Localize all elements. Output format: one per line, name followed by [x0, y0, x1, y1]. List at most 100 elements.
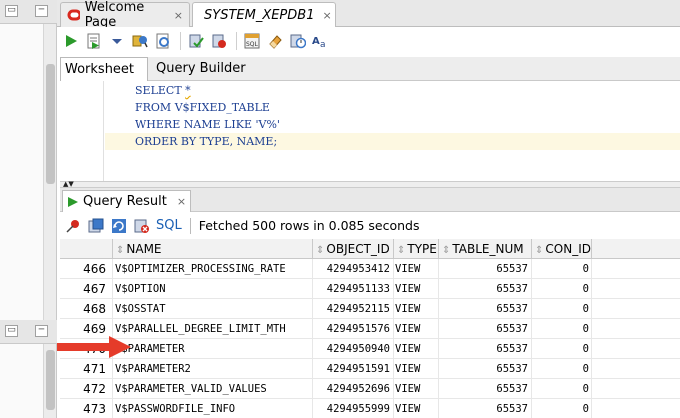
commit-button[interactable]: [187, 32, 205, 50]
navigator-scrollbar[interactable]: [43, 24, 56, 320]
tab-title: Welcome Page: [84, 0, 145, 30]
tab-worksheet[interactable]: Worksheet: [60, 57, 148, 81]
navigator-top-body: [0, 24, 43, 320]
unshared-sql-icon: SQL: [244, 33, 260, 49]
table-row[interactable]: 470V$PARAMETER4294950940VIEW655370: [60, 339, 680, 359]
cell-object-id: 4294951591: [312, 359, 392, 379]
svg-text:A: A: [312, 36, 320, 47]
column-label: TYPE: [407, 242, 437, 256]
tab-query-result[interactable]: Query Result ×: [62, 190, 192, 212]
close-icon[interactable]: ×: [174, 9, 183, 22]
navigator-bottom-body: [0, 344, 43, 418]
cell-name: V$PARAMETER: [112, 339, 312, 359]
cell-object-id: 4294950940: [312, 339, 392, 359]
cell-con-id: 0: [531, 319, 592, 339]
sort-icon: ⇕: [535, 245, 544, 256]
close-icon[interactable]: ×: [322, 9, 331, 22]
column-header-con-id[interactable]: ⇕ CON_ID: [531, 239, 592, 259]
cell-con-id: 0: [531, 339, 592, 359]
table-row[interactable]: 472 V$PARAMETER_VALID_VALUES 4294952696 VIE…: [60, 379, 680, 399]
freeze-view-button[interactable]: [64, 217, 81, 234]
table-row[interactable]: 467 V$OPTION 4294951133 VIEW 65537 0: [60, 279, 680, 299]
table-row[interactable]: 473 V$PASSWORDFILE_INFO 4294955999 VIEW 6553…: [60, 399, 680, 418]
tab-title: Query Result: [83, 194, 167, 209]
navigator-panel: ▭ ─ ▭ ─: [0, 0, 57, 418]
row-number: 473: [83, 402, 106, 416]
table-row[interactable]: 466 V$OPTIMIZER_PROCESSING_RATE 4294953412…: [60, 259, 680, 279]
sql-history-button[interactable]: [289, 32, 307, 50]
column-header-table-num[interactable]: ⇕ TABLE_NUM: [438, 239, 531, 259]
sql-editor[interactable]: SELECT * FROM V$FIXED_TABLE WHERE NAME L…: [60, 81, 680, 181]
cell-table-num: 65537: [438, 339, 531, 359]
autotrace-dropdown-button[interactable]: [108, 32, 126, 50]
cell-table-num: 65537: [438, 299, 531, 319]
toolbar-separator: [189, 217, 191, 234]
cell-con-id: 0: [531, 259, 592, 279]
clear-button[interactable]: [266, 32, 284, 50]
cell-table-num: 65537: [438, 359, 531, 379]
cell-table-num: 65537: [438, 259, 531, 279]
explain-plan-button[interactable]: [131, 32, 149, 50]
oracle-logo-icon: [67, 9, 80, 21]
cell-type: VIEW: [393, 279, 438, 299]
sql-link[interactable]: SQL: [156, 218, 182, 233]
tab-title: SYSTEM_XEPDB1: [204, 8, 315, 23]
sql-keyword: WHERE: [135, 118, 184, 131]
row-number: 467: [83, 282, 106, 296]
column-label: CON_ID: [545, 242, 591, 256]
table-row[interactable]: 469 V$PARALLEL_DEGREE_LIMIT_MTH 4294951576…: [60, 319, 680, 339]
format-case-button[interactable]: Aa: [312, 32, 330, 50]
table-row[interactable]: 471 V$PARAMETER2 4294951591 VIEW 65537 0: [60, 359, 680, 379]
annotation-arrow-icon: [57, 336, 131, 358]
run-icon: [68, 196, 78, 207]
run-statement-button[interactable]: [62, 32, 80, 50]
editor-result-splitter[interactable]: ▲▼: [60, 181, 680, 188]
cell-object-id: 4294955999: [312, 399, 392, 418]
restore-button[interactable]: ▭: [5, 5, 18, 17]
sql-keyword: ORDER BY: [135, 135, 200, 148]
navigator-scrollbar-thumb[interactable]: [46, 64, 55, 184]
column-header-object-id[interactable]: ⇕ OBJECT_ID: [312, 239, 393, 259]
cell-name: V$OPTION: [112, 279, 312, 299]
column-header-name[interactable]: ⇕ NAME: [112, 239, 312, 259]
tab-query-builder[interactable]: Query Builder: [152, 57, 252, 81]
export-icon: [88, 218, 103, 232]
refresh-icon: [111, 218, 126, 233]
navigator-bottom-scrollbar[interactable]: [43, 344, 56, 418]
row-number: 472: [83, 382, 106, 396]
autotrace-icon: [156, 33, 169, 49]
result-toolbar: SQL Fetched 500 rows in 0.085 seconds: [60, 212, 680, 239]
history-icon: [290, 34, 306, 49]
tab-welcome-page[interactable]: Welcome Page ×: [60, 0, 190, 30]
run-script-button[interactable]: [85, 32, 103, 50]
autotrace-button[interactable]: [154, 32, 172, 50]
close-icon[interactable]: ×: [177, 195, 186, 208]
svg-text:a: a: [320, 40, 326, 49]
rollback-button[interactable]: [210, 32, 228, 50]
table-row[interactable]: 468 V$OSSTAT 4294952115 VIEW 65537 0: [60, 299, 680, 319]
minimize-button-2[interactable]: ─: [35, 325, 48, 337]
svg-text:SQL: SQL: [246, 41, 259, 48]
unshared-sql-button[interactable]: SQL: [243, 32, 261, 50]
cell-type: VIEW: [393, 339, 438, 359]
sql-keyword: FROM: [135, 101, 175, 114]
sql-line-2: FROM V$FIXED_TABLE: [105, 99, 680, 116]
run-icon: [66, 35, 77, 47]
cell-table-num: 65537: [438, 379, 531, 399]
sql-text: TYPE, NAME;: [199, 135, 278, 148]
tab-system-xepdb1[interactable]: SQL SYSTEM_XEPDB1 ×: [192, 2, 336, 28]
column-header-type[interactable]: ⇕ TYPE: [393, 239, 438, 259]
restore-button-2[interactable]: ▭: [5, 325, 18, 337]
export-button[interactable]: [87, 217, 104, 234]
cell-type: VIEW: [393, 319, 438, 339]
cell-table-num: 65537: [438, 319, 531, 339]
sort-icon: ⇕: [397, 245, 406, 256]
navigator-bottom-scrollbar-thumb[interactable]: [46, 350, 55, 410]
navigator-top-tabbar: ▭ ─: [0, 0, 57, 24]
minimize-button[interactable]: ─: [35, 5, 48, 17]
cell-name: V$OPTIMIZER_PROCESSING_RATE: [112, 259, 312, 279]
cell-con-id: 0: [531, 359, 592, 379]
cancel-query-button[interactable]: [133, 217, 150, 234]
cell-type: VIEW: [393, 299, 438, 319]
refresh-button[interactable]: [110, 217, 127, 234]
